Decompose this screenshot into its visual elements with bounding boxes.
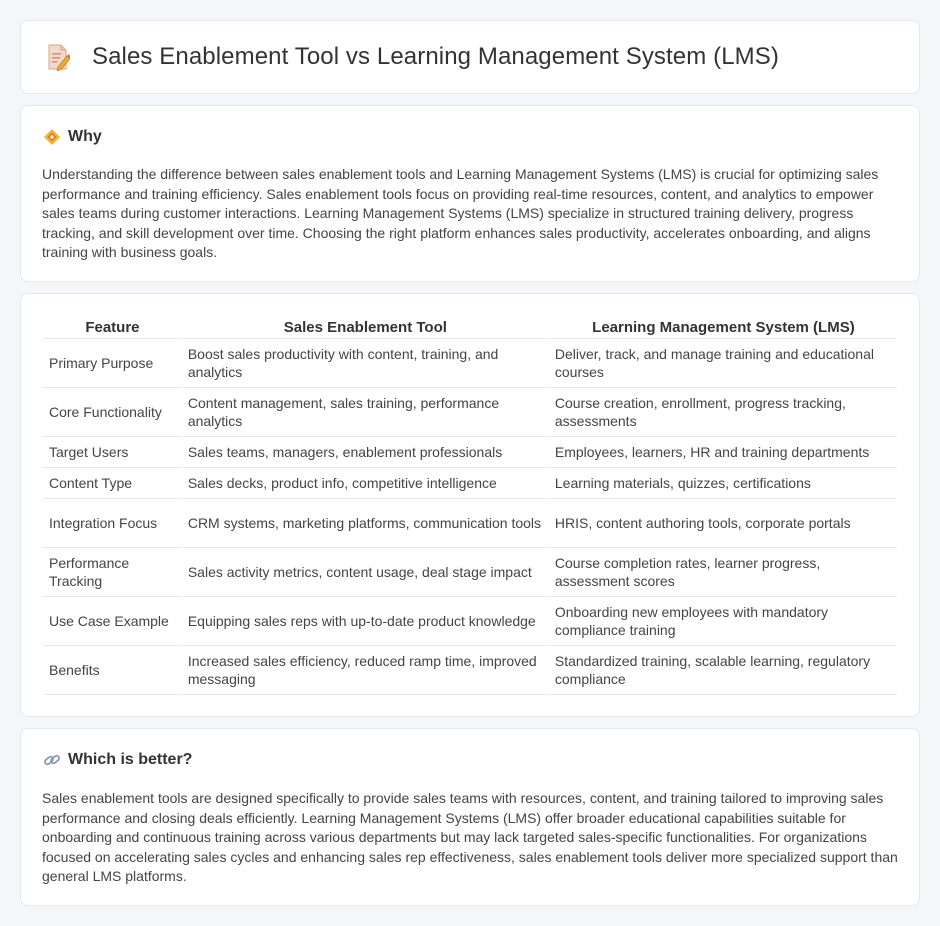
table-row: Performance Tracking Sales activity metr…: [44, 548, 897, 597]
sales-enablement-cell: Increased sales efficiency, reduced ramp…: [182, 646, 548, 695]
table-row: Core Functionality Content management, s…: [44, 388, 897, 437]
better-heading: Which is better?: [68, 751, 193, 768]
comparison-table: Feature Sales Enablement Tool Learning M…: [42, 315, 899, 695]
feature-cell: Use Case Example: [44, 597, 181, 646]
feature-cell: Primary Purpose: [44, 339, 181, 388]
lms-cell: Course creation, enrollment, progress tr…: [549, 388, 897, 437]
lms-cell: Learning materials, quizzes, certificati…: [549, 468, 897, 499]
why-body: Understanding the difference between sal…: [42, 166, 879, 261]
feature-cell: Core Functionality: [44, 388, 181, 437]
table-row: Benefits Increased sales efficiency, red…: [44, 646, 897, 695]
why-header: Why: [43, 128, 102, 146]
sales-enablement-cell: CRM systems, marketing platforms, commun…: [182, 499, 548, 548]
header-feature: Feature: [44, 315, 181, 339]
sales-enablement-cell: Sales activity metrics, content usage, d…: [182, 548, 548, 597]
lms-cell: Deliver, track, and manage training and …: [549, 339, 897, 388]
table-row: Use Case Example Equipping sales reps wi…: [44, 597, 897, 646]
table-header-row: Feature Sales Enablement Tool Learning M…: [44, 315, 897, 339]
link-icon: [44, 754, 60, 766]
title-row: Sales Enablement Tool vs Learning Manage…: [46, 43, 779, 71]
feature-cell: Benefits: [44, 646, 181, 695]
feature-cell: Integration Focus: [44, 499, 181, 548]
table-row: Primary Purpose Boost sales productivity…: [44, 339, 897, 388]
feature-cell: Target Users: [44, 437, 181, 468]
feature-cell: Performance Tracking: [44, 548, 181, 597]
table-row: Target Users Sales teams, managers, enab…: [44, 437, 897, 468]
comparison-section: Feature Sales Enablement Tool Learning M…: [20, 293, 920, 717]
sales-enablement-cell: Sales decks, product info, competitive i…: [182, 468, 548, 499]
header-lms: Learning Management System (LMS): [549, 315, 897, 339]
lms-cell: Standardized training, scalable learning…: [549, 646, 897, 695]
better-header: Which is better?: [43, 751, 192, 769]
why-section: Why Understanding the difference between…: [20, 105, 920, 282]
table-row: Content Type Sales decks, product info, …: [44, 468, 897, 499]
sales-enablement-cell: Boost sales productivity with content, t…: [182, 339, 548, 388]
feature-cell: Content Type: [44, 468, 181, 499]
lms-cell: Onboarding new employees with mandatory …: [549, 597, 897, 646]
better-body: Sales enablement tools are designed spec…: [42, 790, 898, 885]
which-is-better-section: Which is better? Sales enablement tools …: [20, 728, 920, 906]
document-pencil-icon: [48, 44, 70, 71]
lms-cell: Employees, learners, HR and training dep…: [549, 437, 897, 468]
sales-enablement-cell: Equipping sales reps with up-to-date pro…: [182, 597, 548, 646]
diamond-icon: [44, 129, 60, 145]
lms-cell: HRIS, content authoring tools, corporate…: [549, 499, 897, 548]
header-sales-enablement: Sales Enablement Tool: [182, 315, 548, 339]
table-row: Integration Focus CRM systems, marketing…: [44, 499, 897, 548]
sales-enablement-cell: Content management, sales training, perf…: [182, 388, 548, 437]
title-card: Sales Enablement Tool vs Learning Manage…: [20, 20, 920, 94]
sales-enablement-cell: Sales teams, managers, enablement profes…: [182, 437, 548, 468]
lms-cell: Course completion rates, learner progres…: [549, 548, 897, 597]
why-heading: Why: [68, 128, 102, 145]
page-title: Sales Enablement Tool vs Learning Manage…: [92, 43, 779, 70]
